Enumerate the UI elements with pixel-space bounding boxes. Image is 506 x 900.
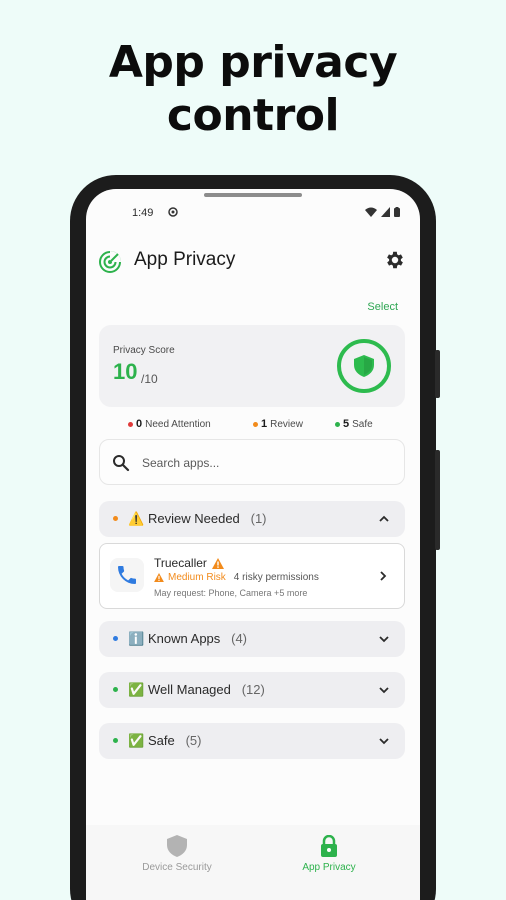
phone-icon xyxy=(110,558,144,592)
privacy-score-value: 10 xyxy=(113,359,138,384)
app-title: App Privacy xyxy=(134,249,236,270)
section-title: Known Apps (4) xyxy=(148,631,247,647)
status-icons xyxy=(365,207,400,217)
lock-icon xyxy=(321,835,337,857)
green-dot-icon xyxy=(335,421,340,427)
risky-permissions: 4 risky permissions xyxy=(233,572,319,583)
review-count: 1 xyxy=(261,418,268,430)
phone-screen: 1:49 App Privacy Select Privacy Score 10… xyxy=(86,189,420,900)
privacy-score-max: /10 xyxy=(141,372,158,386)
info-icon: ℹ️ xyxy=(128,631,145,646)
orange-dot-icon xyxy=(253,421,258,427)
shield-icon xyxy=(167,835,187,857)
summary-legend: 0 Need Attention 1 Review 5 Safe xyxy=(86,418,420,432)
legend-review: 1 Review xyxy=(253,418,303,430)
app-bar: App Privacy xyxy=(86,247,420,277)
search-icon xyxy=(113,455,130,472)
section-title: Review Needed (1) xyxy=(148,511,267,527)
section-count: (12) xyxy=(241,682,265,697)
status-time: 1:49 xyxy=(132,207,154,219)
app-name-text: Truecaller xyxy=(154,556,207,570)
check-icon: ✅ xyxy=(128,733,145,748)
radar-icon xyxy=(99,251,121,273)
green-dot-icon xyxy=(113,687,118,692)
section-count: (1) xyxy=(250,511,267,526)
chevron-down-icon xyxy=(379,738,389,745)
section-safe[interactable]: ✅ Safe (5) xyxy=(99,723,405,759)
red-dot-icon xyxy=(128,421,133,427)
section-title: Safe (5) xyxy=(148,733,201,749)
warning-icon: ⚠️ xyxy=(128,511,145,526)
search-box xyxy=(99,439,405,485)
section-title-text: Known Apps xyxy=(148,631,221,646)
risk-row: Medium Risk 4 risky permissions xyxy=(154,572,319,583)
orange-dot-icon xyxy=(113,516,118,521)
section-title: Well Managed (12) xyxy=(148,682,265,698)
need-attention-label: Need Attention xyxy=(145,418,211,430)
legend-need-attention: 0 Need Attention xyxy=(128,418,211,430)
shield-icon xyxy=(337,339,391,393)
chevron-right-icon xyxy=(380,571,387,581)
nav-label: Device Security xyxy=(142,862,212,873)
section-title-text: Safe xyxy=(148,733,175,748)
review-label: Review xyxy=(270,418,303,430)
section-well-managed[interactable]: ✅ Well Managed (12) xyxy=(99,672,405,708)
chevron-down-icon xyxy=(379,687,389,694)
section-known-apps[interactable]: ℹ️ Known Apps (4) xyxy=(99,621,405,657)
privacy-score-card: Privacy Score 10 /10 xyxy=(99,325,405,407)
check-icon: ✅ xyxy=(128,682,145,697)
phone-frame: 1:49 App Privacy Select Privacy Score 10… xyxy=(70,175,440,900)
privacy-score-label: Privacy Score xyxy=(113,345,175,356)
chevron-down-icon xyxy=(379,636,389,643)
section-review-needed[interactable]: ⚠️ Review Needed (1) xyxy=(99,501,405,537)
need-attention-count: 0 xyxy=(136,418,143,430)
signal-icon xyxy=(381,207,390,217)
safe-count: 5 xyxy=(343,418,350,430)
speaker-grille xyxy=(204,193,302,197)
status-bar: 1:49 xyxy=(86,207,420,221)
app-name: Truecaller xyxy=(154,556,224,570)
power-button xyxy=(435,350,440,398)
headline-line-2: control xyxy=(166,90,340,141)
volume-button xyxy=(435,450,440,550)
safe-label: Safe xyxy=(352,418,373,430)
wifi-icon xyxy=(365,207,377,217)
blue-dot-icon xyxy=(113,636,118,641)
battery-icon xyxy=(394,207,400,217)
nav-device-security[interactable]: Device Security xyxy=(112,835,242,873)
select-button[interactable]: Select xyxy=(367,301,398,313)
search-input[interactable] xyxy=(142,450,392,476)
nav-app-privacy[interactable]: App Privacy xyxy=(264,835,394,873)
legend-safe: 5 Safe xyxy=(335,418,373,430)
section-count: (5) xyxy=(185,733,202,748)
promo-headline: App privacy control xyxy=(0,36,506,142)
headline-line-1: App privacy xyxy=(108,37,398,88)
bottom-nav: Device Security App Privacy xyxy=(86,825,420,900)
section-title-text: Review Needed xyxy=(148,511,240,526)
may-request: May request: Phone, Camera +5 more xyxy=(154,588,308,598)
nav-label: App Privacy xyxy=(302,862,356,873)
gear-icon[interactable] xyxy=(384,249,406,271)
section-title-text: Well Managed xyxy=(148,682,231,697)
warning-icon xyxy=(154,573,164,582)
app-card-truecaller[interactable]: Truecaller Medium Risk 4 risky permissio… xyxy=(99,543,405,609)
chevron-up-icon xyxy=(379,515,389,522)
green-dot-icon xyxy=(113,738,118,743)
warning-icon xyxy=(211,557,224,569)
risk-level: Medium Risk xyxy=(168,572,226,583)
section-count: (4) xyxy=(231,631,248,646)
notification-icon xyxy=(168,207,178,220)
